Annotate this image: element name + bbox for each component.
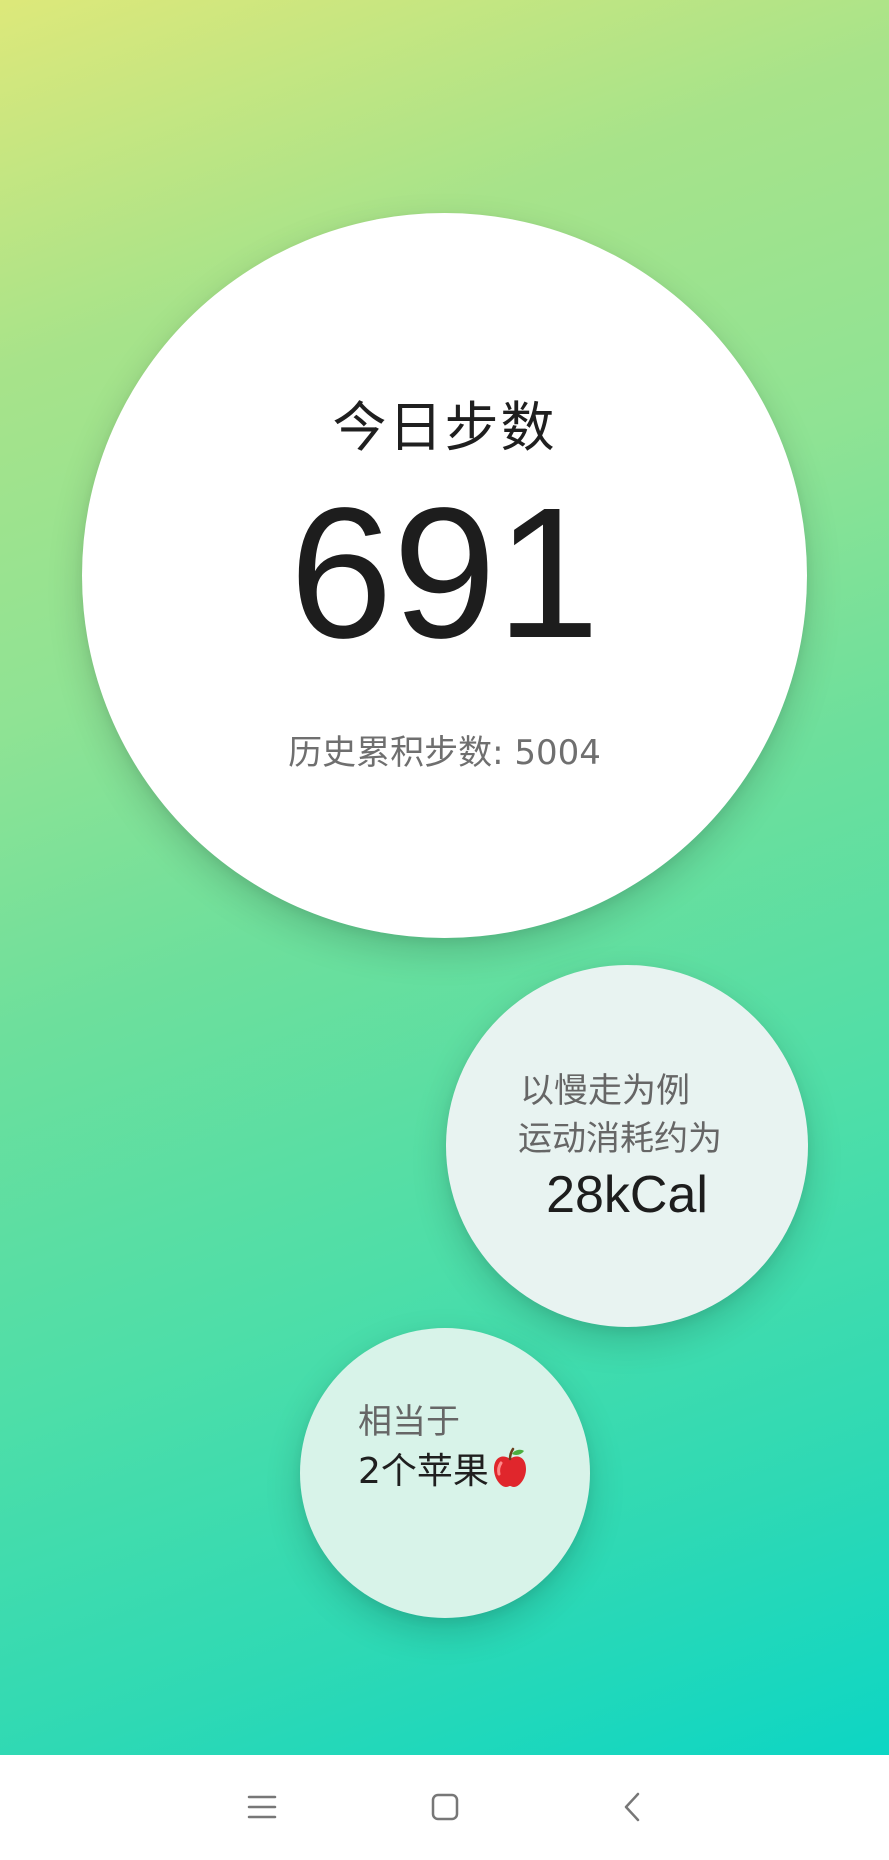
today-steps-title: 今日步数 xyxy=(332,396,557,459)
calorie-circle: 以慢走为例 运动消耗约为 28kCal xyxy=(446,965,808,1327)
calorie-value: 28kCal xyxy=(546,1166,708,1224)
calorie-description-text: 运动消耗约为 xyxy=(518,1119,722,1159)
red-apple-icon xyxy=(491,1447,529,1489)
apple-count-row: 2个苹果 xyxy=(358,1442,529,1494)
home-square-icon[interactable] xyxy=(420,1782,470,1832)
history-steps-label: 历史累积步数: 5004 xyxy=(288,733,601,773)
today-steps-circle: 今日步数 691 历史累积步数: 5004 xyxy=(82,213,807,938)
apple-equivalent-circle: 相当于 2个苹果 xyxy=(300,1328,590,1618)
apple-count-text: 2个苹果 xyxy=(358,1451,489,1492)
calorie-example-text: 以慢走为例 xyxy=(520,1071,690,1111)
menu-icon[interactable] xyxy=(237,1782,287,1832)
step-counter-screen: 今日步数 691 历史累积步数: 5004 以慢走为例 运动消耗约为 28kCa… xyxy=(0,0,889,1860)
back-chevron-icon[interactable] xyxy=(607,1782,657,1832)
today-steps-value: 691 xyxy=(289,470,600,677)
system-navigation-bar xyxy=(0,1755,889,1860)
apple-equivalent-label: 相当于 xyxy=(358,1402,460,1442)
